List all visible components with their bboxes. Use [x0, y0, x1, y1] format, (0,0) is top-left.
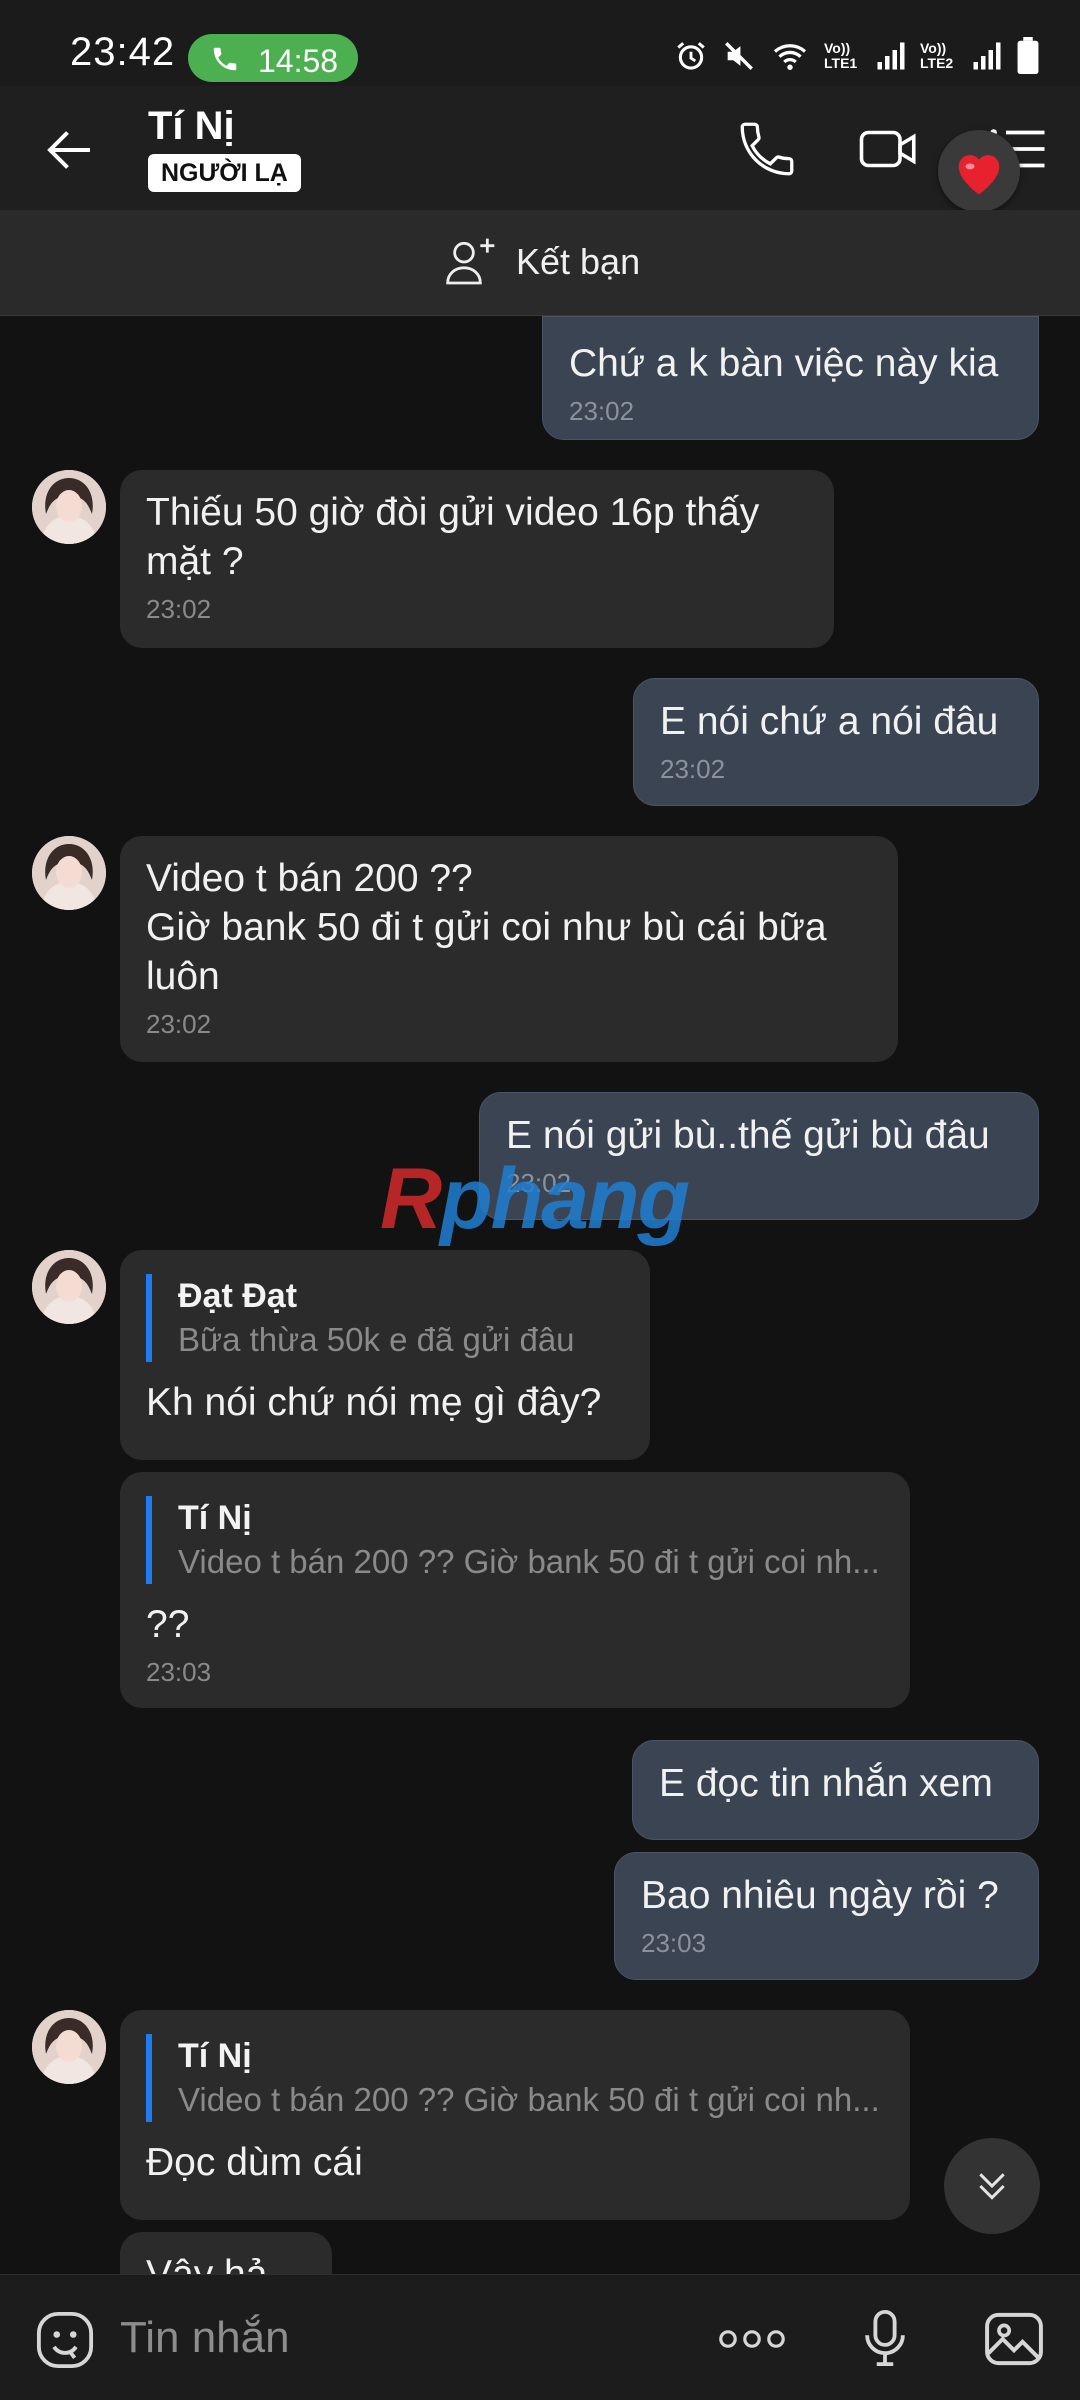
message-bubble-outgoing[interactable]: Bao nhiêu ngày rồi ? 23:03: [614, 1852, 1039, 1980]
message-bubble-outgoing[interactable]: Chứ a k bàn việc này kia 23:02: [542, 316, 1039, 440]
chat-header: Tí Nị NGƯỜI LẠ: [0, 86, 1080, 212]
microphone-icon[interactable]: [852, 2305, 918, 2371]
message-text: E đọc tin nhắn xem: [659, 1762, 993, 1805]
quote-text: Video t bán 200 ?? Giờ bank 50 đi t gửi …: [178, 2081, 880, 2118]
avatar-image: [32, 1250, 106, 1324]
alarm-icon: [677, 42, 705, 70]
quote-author: Tí Nị: [178, 1499, 252, 1537]
avatar[interactable]: [32, 470, 106, 544]
phone-call-icon: [213, 47, 237, 71]
add-friend-label: Kết bạn: [516, 241, 641, 282]
message-time: 23:02: [660, 754, 726, 784]
quoted-message[interactable]: Tí Nị Video t bán 200 ?? Giờ bank 50 đi …: [146, 1496, 884, 1584]
message-text: ??: [146, 1603, 190, 1646]
sim2-label: Vo)) LTE2: [920, 40, 954, 71]
avatar-image: [32, 2010, 106, 2084]
call-duration: 14:58: [258, 43, 339, 79]
signal-icon: [973, 42, 1001, 70]
avatar-image: [32, 836, 106, 910]
heart-icon: [958, 155, 1000, 195]
avatar[interactable]: [32, 836, 106, 910]
message-text: Bao nhiêu ngày rồi ?: [641, 1874, 999, 1917]
quote-text: Video t bán 200 ?? Giờ bank 50 đi t gửi …: [178, 1543, 880, 1580]
message-composer: Tin nhắn: [0, 2274, 1080, 2400]
message-bubble-incoming[interactable]: Thiếu 50 giờ đòi gửi video 16p thấy mặt …: [120, 470, 834, 648]
message-bubble-outgoing[interactable]: E đọc tin nhắn xem: [632, 1740, 1039, 1840]
emoji-icon[interactable]: [32, 2307, 98, 2373]
message-time: 23:03: [641, 1928, 707, 1958]
message-text: Đọc dùm cái: [146, 2141, 363, 2184]
video-call-icon[interactable]: [856, 116, 922, 182]
quoted-message[interactable]: Tí Nị Video t bán 200 ?? Giờ bank 50 đi …: [146, 2034, 884, 2122]
double-chevron-down-icon: [979, 2173, 1005, 2200]
watermark-first-letter: R: [380, 1151, 442, 1247]
avatar[interactable]: [32, 1250, 106, 1324]
contact-name[interactable]: Tí Nị: [148, 104, 235, 149]
message-text: E nói chứ a nói đâu: [660, 700, 999, 743]
scroll-to-bottom-button[interactable]: [944, 2138, 1040, 2234]
message-time: 23:02: [569, 396, 635, 426]
message-bubble-incoming[interactable]: Tí Nị Video t bán 200 ?? Giờ bank 50 đi …: [120, 2010, 910, 2220]
message-time: 23:03: [146, 1657, 212, 1687]
message-bubble-incoming[interactable]: Tí Nị Video t bán 200 ?? Giờ bank 50 đi …: [120, 1472, 910, 1708]
message-text: Kh nói chứ nói mẹ gì đây?: [146, 1381, 602, 1424]
message-text: Video t bán 200 ??: [146, 857, 473, 900]
avatar-image: [32, 470, 106, 544]
image-icon[interactable]: [980, 2305, 1048, 2373]
message-text: Giờ bank 50 đi t gửi coi như bù cái bữa …: [146, 906, 827, 998]
message-time: 23:02: [146, 594, 212, 624]
phone-icon[interactable]: [734, 116, 800, 182]
message-bubble-outgoing[interactable]: E nói chứ a nói đâu 23:02: [633, 678, 1039, 806]
stranger-badge: NGƯỜI LẠ: [148, 154, 301, 192]
mute-icon: [725, 42, 753, 70]
message-text: Thiếu 50 giờ đòi gửi video 16p thấy mặt …: [146, 491, 760, 583]
watermark-rest: phang: [440, 1151, 690, 1247]
status-icons: Vo)) LTE1 Vo)) LTE2: [674, 34, 1040, 78]
signal-icon: [877, 42, 905, 70]
status-time: 23:42: [70, 30, 176, 74]
floating-heart-button[interactable]: [938, 130, 1020, 212]
message-text: Chứ a k bàn việc này kia: [569, 342, 999, 385]
chat-screen: 23:42 14:58 Vo)) LTE1 Vo)) LTE2 Tí Nị NG…: [0, 0, 1080, 2400]
message-bubble-incoming[interactable]: Đạt Đạt Bữa thừa 50k e đã gửi đâu Kh nói…: [120, 1250, 650, 1460]
message-input[interactable]: Tin nhắn: [120, 2313, 290, 2363]
add-friend-bar[interactable]: Kết bạn: [0, 210, 1080, 316]
quote-text: Bữa thừa 50k e đã gửi đâu: [178, 1321, 575, 1358]
status-bar: 23:42 14:58 Vo)) LTE1 Vo)) LTE2: [0, 0, 1080, 86]
quoted-message[interactable]: Đạt Đạt Bữa thừa 50k e đã gửi đâu: [146, 1274, 624, 1362]
watermark-logo: Rphang: [380, 1150, 690, 1249]
battery-icon: [1017, 37, 1039, 75]
back-arrow-icon[interactable]: [40, 120, 100, 180]
more-options-icon[interactable]: [716, 2319, 788, 2359]
ongoing-call-pill[interactable]: 14:58: [188, 34, 358, 82]
avatar[interactable]: [32, 2010, 106, 2084]
message-bubble-incoming[interactable]: Video t bán 200 ?? Giờ bank 50 đi t gửi …: [120, 836, 898, 1062]
add-person-icon: [446, 238, 495, 285]
add-friend-button[interactable]: Kết bạn: [442, 234, 640, 290]
quote-author: Đạt Đạt: [178, 1277, 298, 1315]
quote-author: Tí Nị: [178, 2037, 252, 2075]
sim1-label: Vo)) LTE1: [824, 40, 858, 71]
message-time: 23:02: [146, 1009, 212, 1039]
wifi-icon: [773, 44, 807, 70]
